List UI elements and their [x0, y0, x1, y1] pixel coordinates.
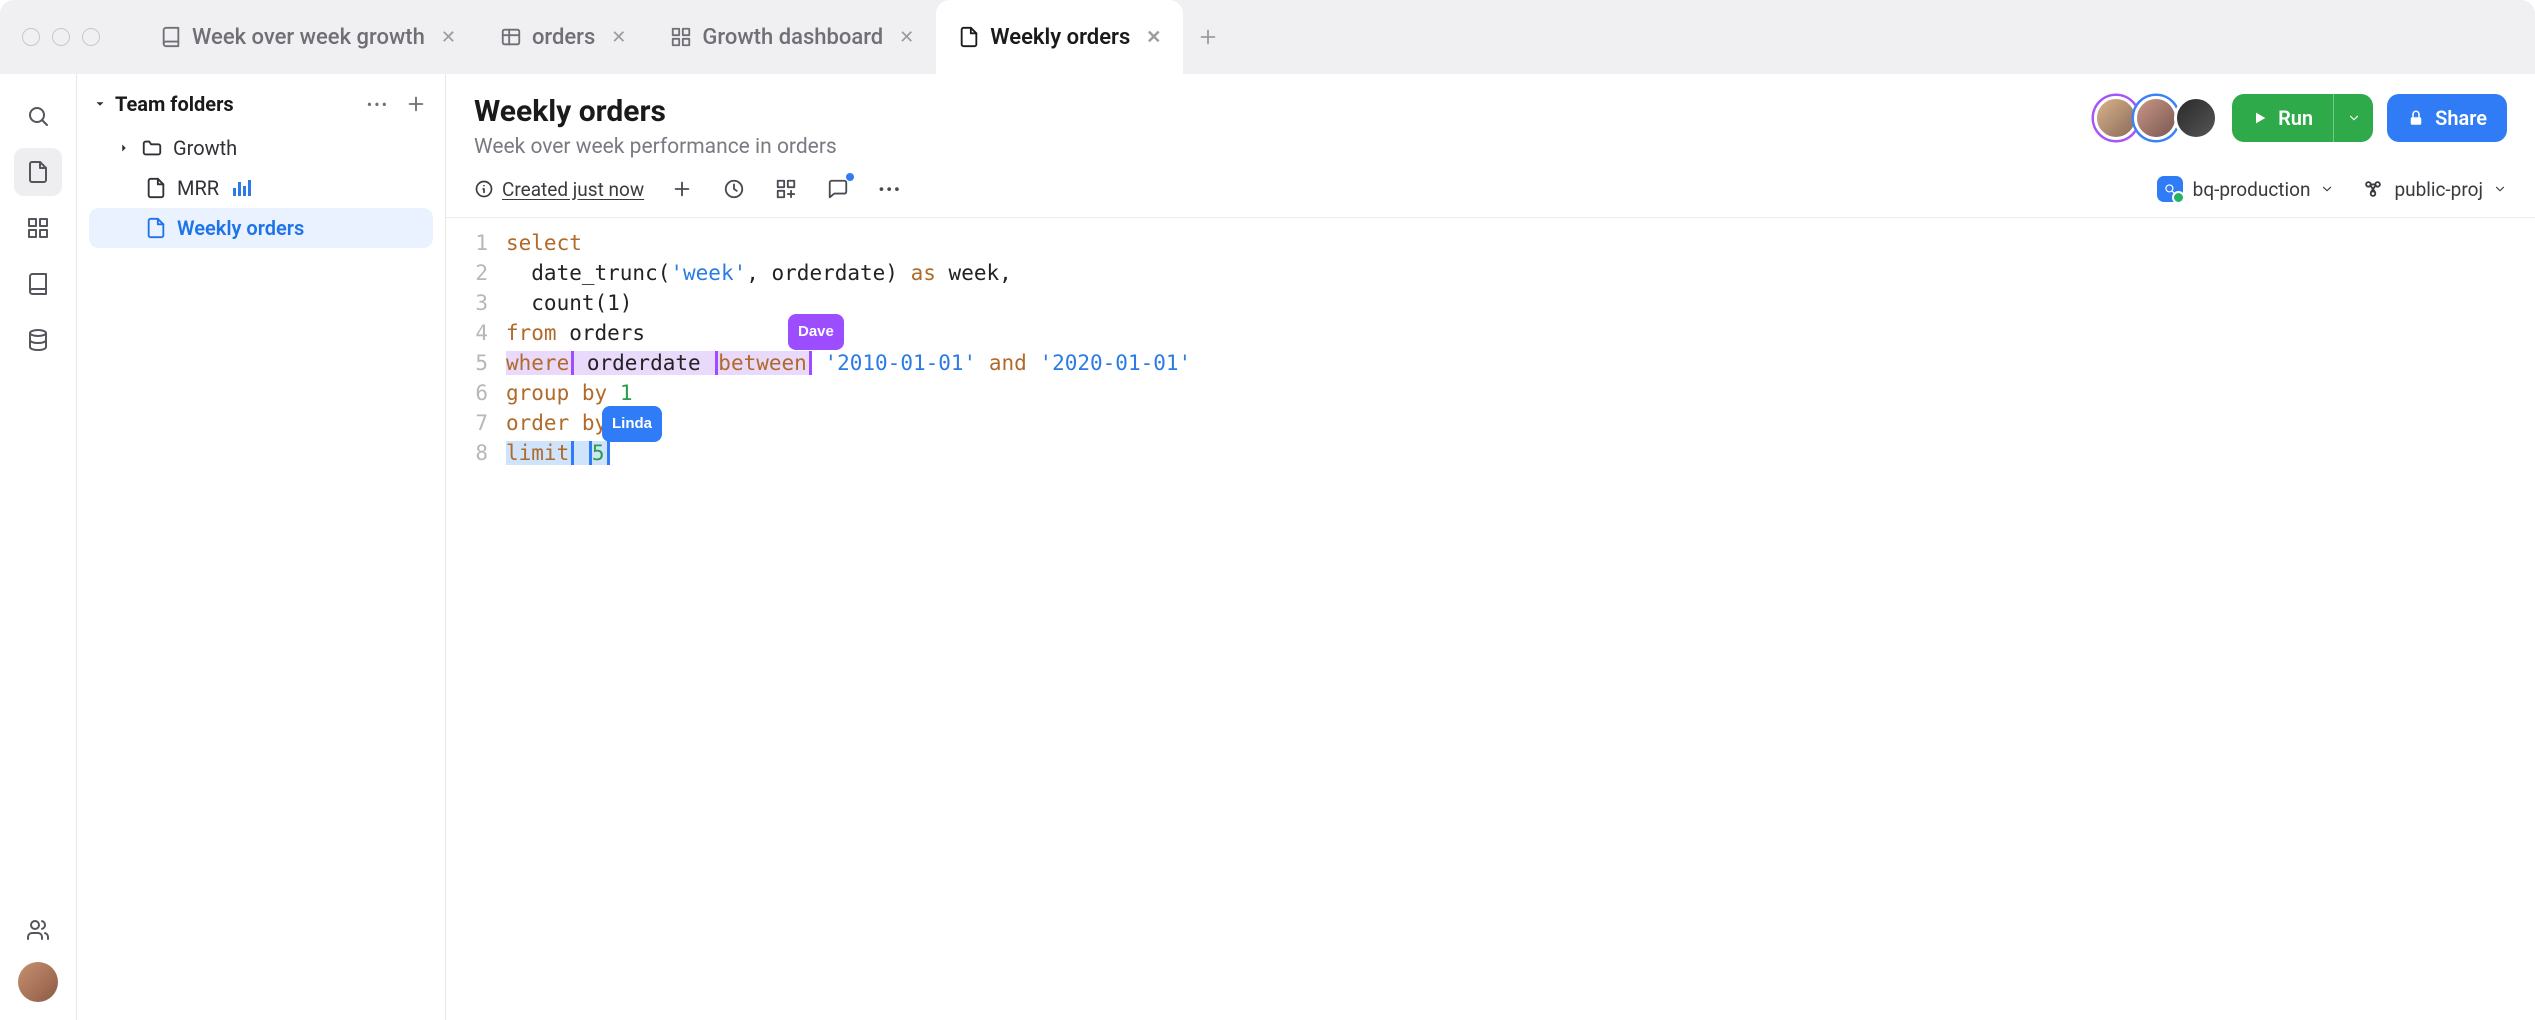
caret-down-icon[interactable] [93, 97, 107, 111]
search-icon [26, 104, 50, 128]
tab-bar: Week over week growth ✕ orders ✕ Growth … [0, 0, 2535, 74]
sidebar-item-growth[interactable]: Growth [89, 128, 433, 168]
chevron-down-icon [2493, 182, 2507, 196]
grid-icon [26, 216, 50, 240]
plus-icon [1197, 26, 1219, 48]
tab-weekly-orders[interactable]: Weekly orders ✕ [936, 0, 1183, 74]
comment-icon [827, 178, 849, 200]
caret-right-icon [117, 141, 131, 155]
toolbar: Created just now ••• bq-production [446, 169, 2535, 217]
plus-icon[interactable] [405, 93, 427, 115]
history-button[interactable] [720, 175, 748, 203]
window-minimize[interactable] [52, 28, 70, 46]
run-button-group: Run [2232, 94, 2373, 142]
project-label: public-proj [2394, 178, 2483, 201]
tab-growth-dashboard[interactable]: Growth dashboard ✕ [648, 0, 936, 74]
run-button[interactable]: Run [2232, 94, 2333, 142]
bigquery-icon [2157, 176, 2183, 202]
sidebar: Team folders ••• Growth MRR [76, 74, 446, 1020]
rail-search[interactable] [14, 92, 62, 140]
play-icon [2252, 110, 2268, 126]
tree-item-label: Growth [173, 136, 237, 160]
avatar[interactable] [2174, 96, 2218, 140]
add-button[interactable] [668, 175, 696, 203]
folder-icon [141, 137, 163, 159]
lock-icon [2407, 109, 2425, 127]
grid-plus-icon [775, 178, 797, 200]
cube-icon [2362, 178, 2384, 200]
close-icon[interactable]: ✕ [899, 27, 914, 48]
chevron-down-icon [2347, 111, 2361, 125]
page-title: Weekly orders [474, 94, 837, 129]
tab-label: Weekly orders [990, 25, 1130, 50]
table-icon [500, 26, 522, 48]
new-tab-button[interactable] [1183, 0, 1233, 74]
rail-files[interactable] [14, 148, 62, 196]
search-icon [2163, 182, 2177, 196]
run-dropdown-button[interactable] [2333, 94, 2373, 142]
code-content[interactable]: select date_trunc('week', orderdate) as … [506, 228, 1191, 468]
tree-item-label: MRR [177, 176, 219, 200]
sidebar-item-mrr[interactable]: MRR [89, 168, 433, 208]
rail-database[interactable] [14, 316, 62, 364]
plus-icon [671, 178, 693, 200]
connection-label: bq-production [2193, 178, 2311, 201]
tab-week-over-week-growth[interactable]: Week over week growth ✕ [138, 0, 478, 74]
file-icon [145, 217, 167, 239]
share-button[interactable]: Share [2387, 94, 2507, 142]
comment-button[interactable] [824, 175, 852, 203]
notification-dot [846, 173, 854, 181]
cursor-tag-linda: Linda [602, 406, 662, 442]
window-maximize[interactable] [82, 28, 100, 46]
line-gutter: 12345678 [446, 228, 506, 468]
chart-badge-icon [233, 180, 251, 196]
rail-team[interactable] [14, 906, 62, 954]
tab-label: Week over week growth [192, 25, 425, 50]
database-icon [26, 328, 50, 352]
book-icon [160, 26, 182, 48]
connection-selector[interactable]: bq-production [2157, 176, 2335, 202]
sidebar-title: Team folders [115, 92, 234, 116]
window-controls [22, 28, 100, 46]
close-icon[interactable]: ✕ [611, 27, 626, 48]
tab-label: Growth dashboard [702, 25, 883, 50]
file-icon [26, 160, 50, 184]
window-close[interactable] [22, 28, 40, 46]
chevron-down-icon [2320, 182, 2334, 196]
clock-icon [723, 178, 745, 200]
file-icon [958, 26, 980, 48]
cursor-tag-dave: Dave [788, 314, 844, 350]
tab-label: orders [532, 25, 595, 50]
book-icon [26, 272, 50, 296]
collaborator-avatars [2098, 96, 2218, 140]
avatar[interactable] [2094, 96, 2138, 140]
close-icon[interactable]: ✕ [441, 27, 456, 48]
run-label: Run [2278, 106, 2313, 130]
page-subtitle: Week over week performance in orders [474, 135, 837, 159]
tab-orders[interactable]: orders ✕ [478, 0, 648, 74]
more-button[interactable]: ••• [876, 175, 904, 203]
rail-docs[interactable] [14, 260, 62, 308]
user-avatar[interactable] [18, 962, 58, 1002]
apps-button[interactable] [772, 175, 800, 203]
close-icon[interactable]: ✕ [1146, 27, 1161, 48]
more-icon[interactable]: ••• [367, 95, 389, 114]
sidebar-item-weekly-orders[interactable]: Weekly orders [89, 208, 433, 248]
created-info[interactable]: Created just now [474, 178, 644, 201]
project-selector[interactable]: public-proj [2362, 178, 2507, 201]
avatar[interactable] [2134, 96, 2178, 140]
file-icon [145, 177, 167, 199]
share-label: Share [2435, 106, 2487, 130]
code-editor[interactable]: 12345678 select date_trunc('week', order… [446, 218, 2535, 488]
tree-item-label: Weekly orders [177, 216, 304, 240]
rail-dashboards[interactable] [14, 204, 62, 252]
info-icon [474, 179, 494, 199]
people-icon [26, 918, 50, 942]
content-area: Weekly orders Week over week performance… [446, 74, 2535, 1020]
left-rail [0, 74, 76, 1020]
grid-icon [670, 26, 692, 48]
